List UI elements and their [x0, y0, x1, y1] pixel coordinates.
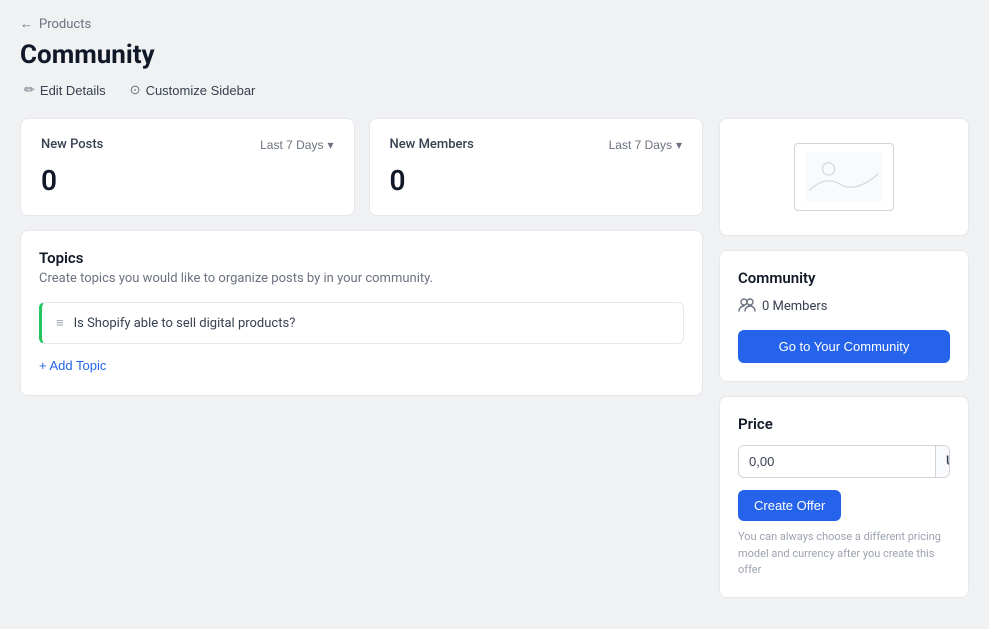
price-title: Price [738, 415, 950, 433]
breadcrumb-arrow: ← [20, 16, 33, 32]
new-posts-label: New Posts [41, 137, 103, 152]
create-offer-button[interactable]: Create Offer [738, 490, 841, 521]
main-layout: New Posts Last 7 Days ▾ 0 New Members La… [20, 118, 969, 598]
new-posts-card: New Posts Last 7 Days ▾ 0 [20, 118, 355, 216]
edit-icon: ✏ [24, 82, 35, 98]
new-members-header: New Members Last 7 Days ▾ [390, 137, 683, 152]
drag-icon: ≡ [56, 315, 64, 331]
customize-icon: ⊙ [130, 82, 141, 98]
new-posts-filter[interactable]: Last 7 Days ▾ [260, 138, 333, 152]
go-to-community-button[interactable]: Go to Your Community [738, 330, 950, 363]
breadcrumb-label: Products [39, 17, 91, 32]
edit-details-label: Edit Details [40, 83, 106, 98]
topics-title: Topics [39, 249, 684, 267]
customize-sidebar-button[interactable]: ⊙ Customize Sidebar [126, 80, 260, 100]
toolbar: ✏ Edit Details ⊙ Customize Sidebar [20, 80, 969, 100]
topic-text: Is Shopify able to sell digital products… [74, 316, 296, 331]
new-members-filter[interactable]: Last 7 Days ▾ [609, 138, 682, 152]
new-posts-value: 0 [41, 164, 334, 197]
new-posts-header: New Posts Last 7 Days ▾ [41, 137, 334, 152]
members-icon [738, 297, 756, 316]
price-note: You can always choose a different pricin… [738, 529, 950, 579]
community-card-title: Community [738, 269, 950, 287]
right-column: Community 0 Members Go to Your Community [719, 118, 969, 598]
page-wrapper: ← Products Community ✏ Edit Details ⊙ Cu… [0, 0, 989, 629]
new-members-value: 0 [390, 164, 683, 197]
breadcrumb[interactable]: ← Products [20, 16, 969, 32]
topics-card: Topics Create topics you would like to o… [20, 230, 703, 396]
price-card: Price USD Create Offer You can always ch… [719, 396, 969, 598]
image-placeholder-card [719, 118, 969, 236]
topics-description: Create topics you would like to organize… [39, 271, 684, 286]
add-topic-button[interactable]: + Add Topic [39, 354, 106, 377]
customize-sidebar-label: Customize Sidebar [146, 83, 256, 98]
new-members-card: New Members Last 7 Days ▾ 0 [369, 118, 704, 216]
price-input-row: USD [738, 445, 950, 478]
new-posts-filter-label: Last 7 Days [260, 138, 323, 152]
chevron-down-icon-2: ▾ [676, 138, 682, 152]
add-topic-label: + Add Topic [39, 358, 106, 373]
community-info-card: Community 0 Members Go to Your Community [719, 250, 969, 382]
page-title: Community [20, 40, 969, 70]
edit-details-button[interactable]: ✏ Edit Details [20, 80, 110, 100]
new-members-label: New Members [390, 137, 474, 152]
stats-row: New Posts Last 7 Days ▾ 0 New Members La… [20, 118, 703, 216]
left-column: New Posts Last 7 Days ▾ 0 New Members La… [20, 118, 703, 396]
chevron-down-icon: ▾ [327, 138, 333, 152]
price-currency: USD [935, 446, 950, 477]
topic-item: ≡ Is Shopify able to sell digital produc… [39, 302, 684, 344]
image-mock [794, 143, 894, 211]
members-label: 0 Members [762, 299, 827, 314]
members-row: 0 Members [738, 297, 950, 316]
price-input[interactable] [739, 446, 935, 477]
new-members-filter-label: Last 7 Days [609, 138, 672, 152]
